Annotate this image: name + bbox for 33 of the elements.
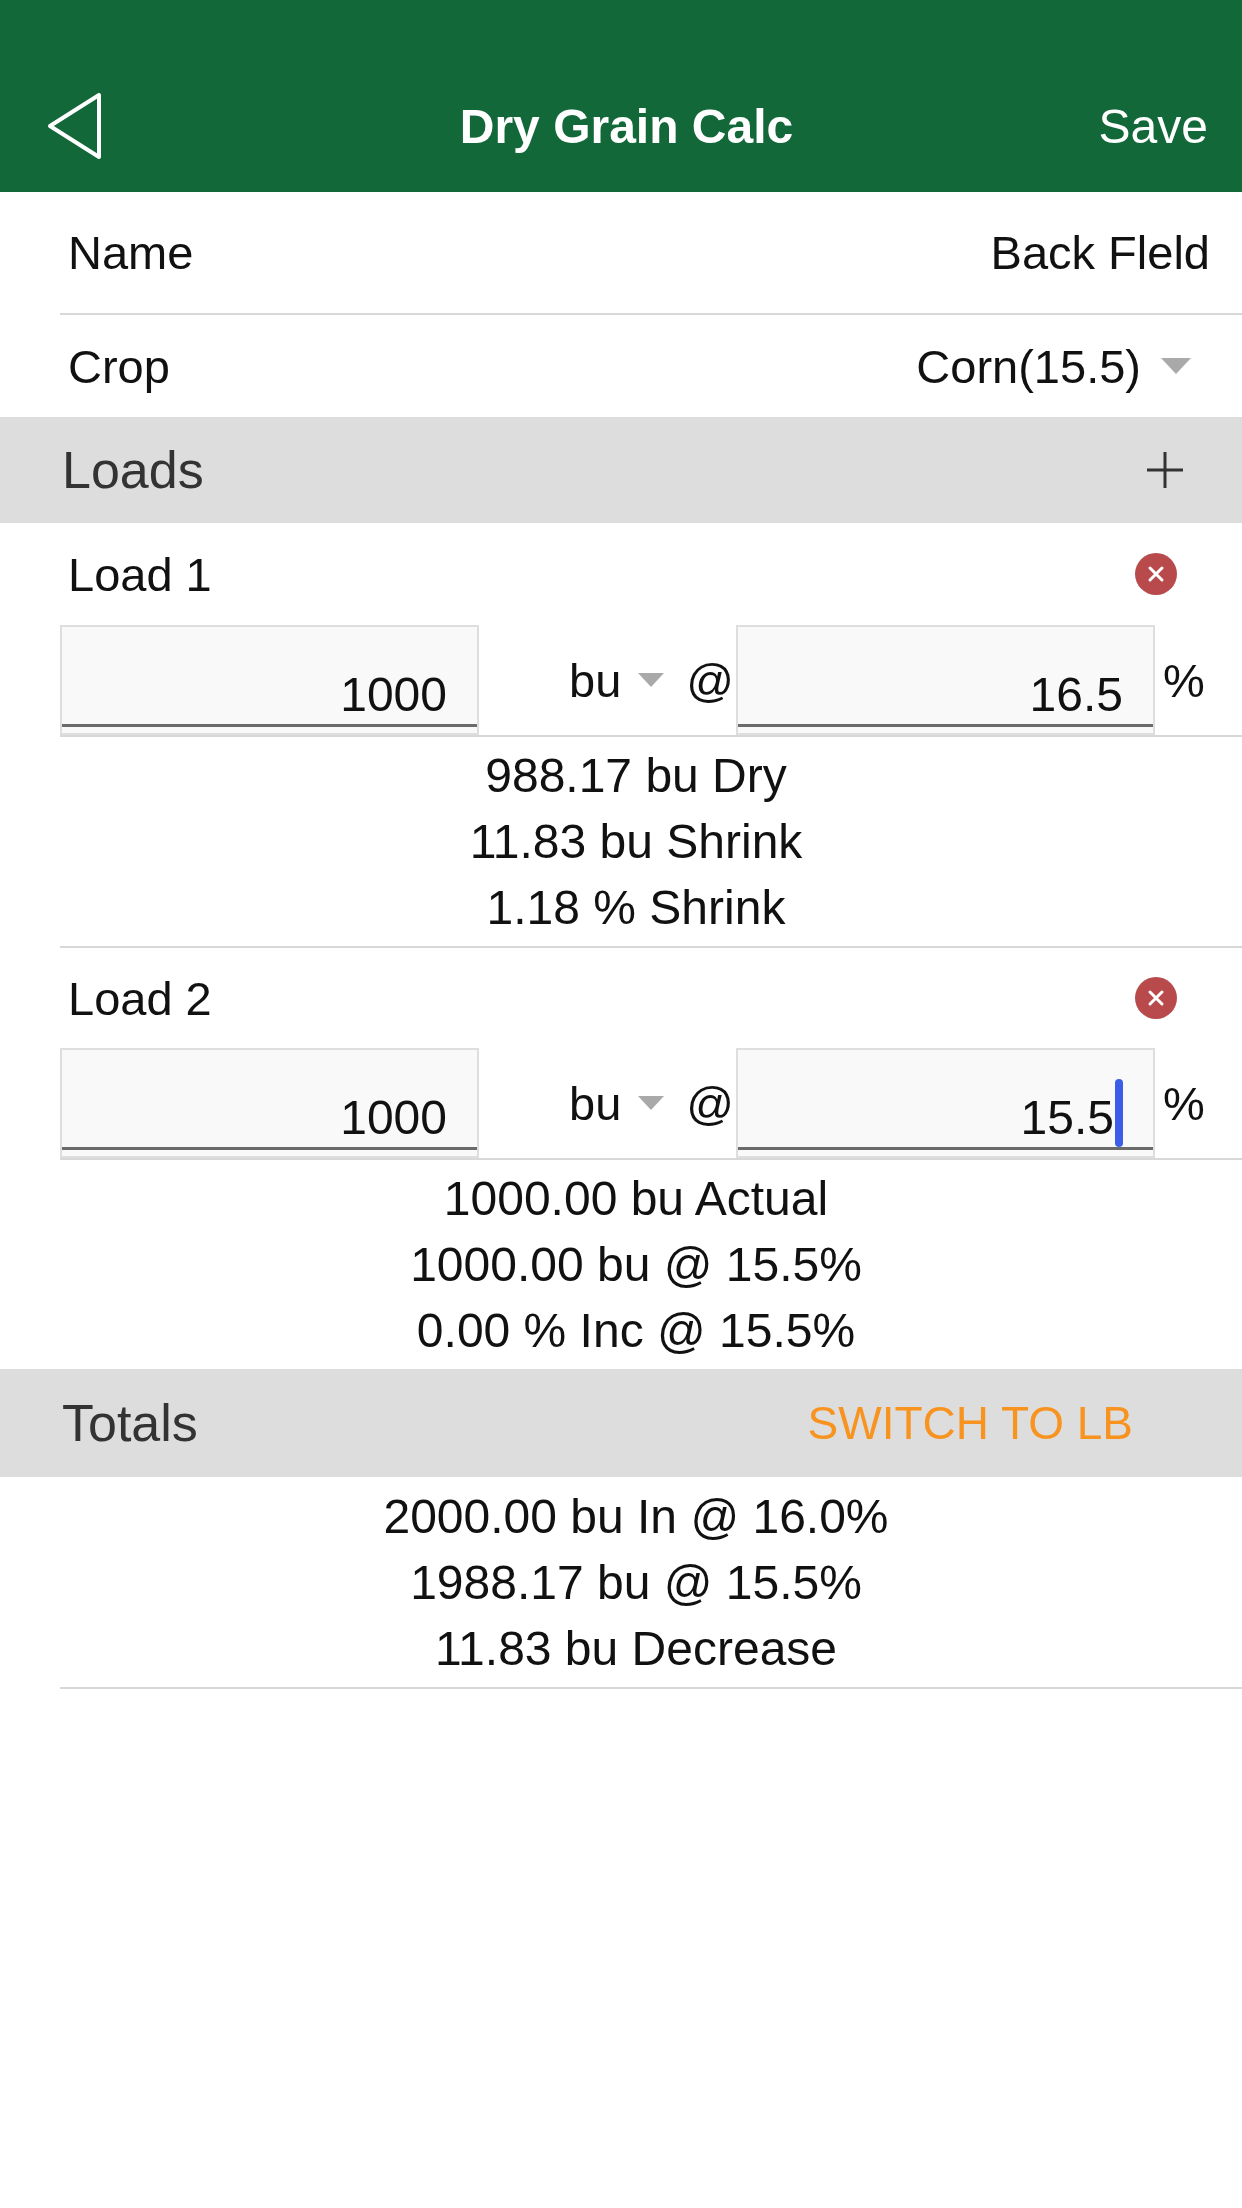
load-title: Load 1 — [68, 546, 212, 602]
result-text: 0.00 % Inc @ 15.5% — [416, 1303, 856, 1359]
percent-sign: % — [1163, 1075, 1205, 1131]
dropdown-value[interactable]: Corn(15.5) — [916, 338, 1141, 394]
result-text: 1988.17 bu @ 15.5% — [410, 1555, 862, 1611]
percent-sign: % — [1163, 652, 1205, 708]
amount-field[interactable]: 1000 — [60, 1048, 479, 1158]
field-value[interactable]: Back Fleld — [990, 225, 1210, 280]
result-text: 1000.00 bu Actual — [443, 1171, 829, 1227]
section-title: Totals — [62, 1393, 198, 1453]
at-sign: @ — [686, 1075, 734, 1131]
add-icon[interactable] — [1147, 452, 1183, 488]
save-button[interactable]: Save — [1098, 98, 1208, 154]
result-text: 11.83 bu Shrink — [469, 814, 803, 870]
at-sign: @ — [686, 652, 734, 708]
unit-dropdown[interactable]: bu — [569, 1075, 665, 1131]
screen-title: Dry Grain Calc — [459, 98, 794, 154]
result-text: 1.18 % Shrink — [486, 880, 786, 936]
result-text: 11.83 bu Decrease — [434, 1621, 837, 1677]
unit-dropdown[interactable]: bu — [569, 652, 665, 708]
field-label: Crop — [68, 338, 170, 394]
moisture-field[interactable]: 16.5 — [736, 625, 1155, 735]
close-icon[interactable] — [1135, 553, 1177, 595]
result-text: 2000.00 bu In @ 16.0% — [383, 1489, 889, 1545]
amount-field[interactable]: 1000 — [60, 625, 479, 735]
result-text: 988.17 bu Dry — [485, 748, 787, 804]
result-text: 1000.00 bu @ 15.5% — [410, 1237, 862, 1293]
section-title: Loads — [62, 440, 204, 500]
load-title: Load 2 — [68, 970, 212, 1026]
moisture-field[interactable]: 15.5 — [736, 1048, 1155, 1158]
back-icon[interactable] — [45, 91, 103, 161]
field-label: Name — [68, 225, 194, 280]
close-icon[interactable] — [1135, 977, 1177, 1019]
